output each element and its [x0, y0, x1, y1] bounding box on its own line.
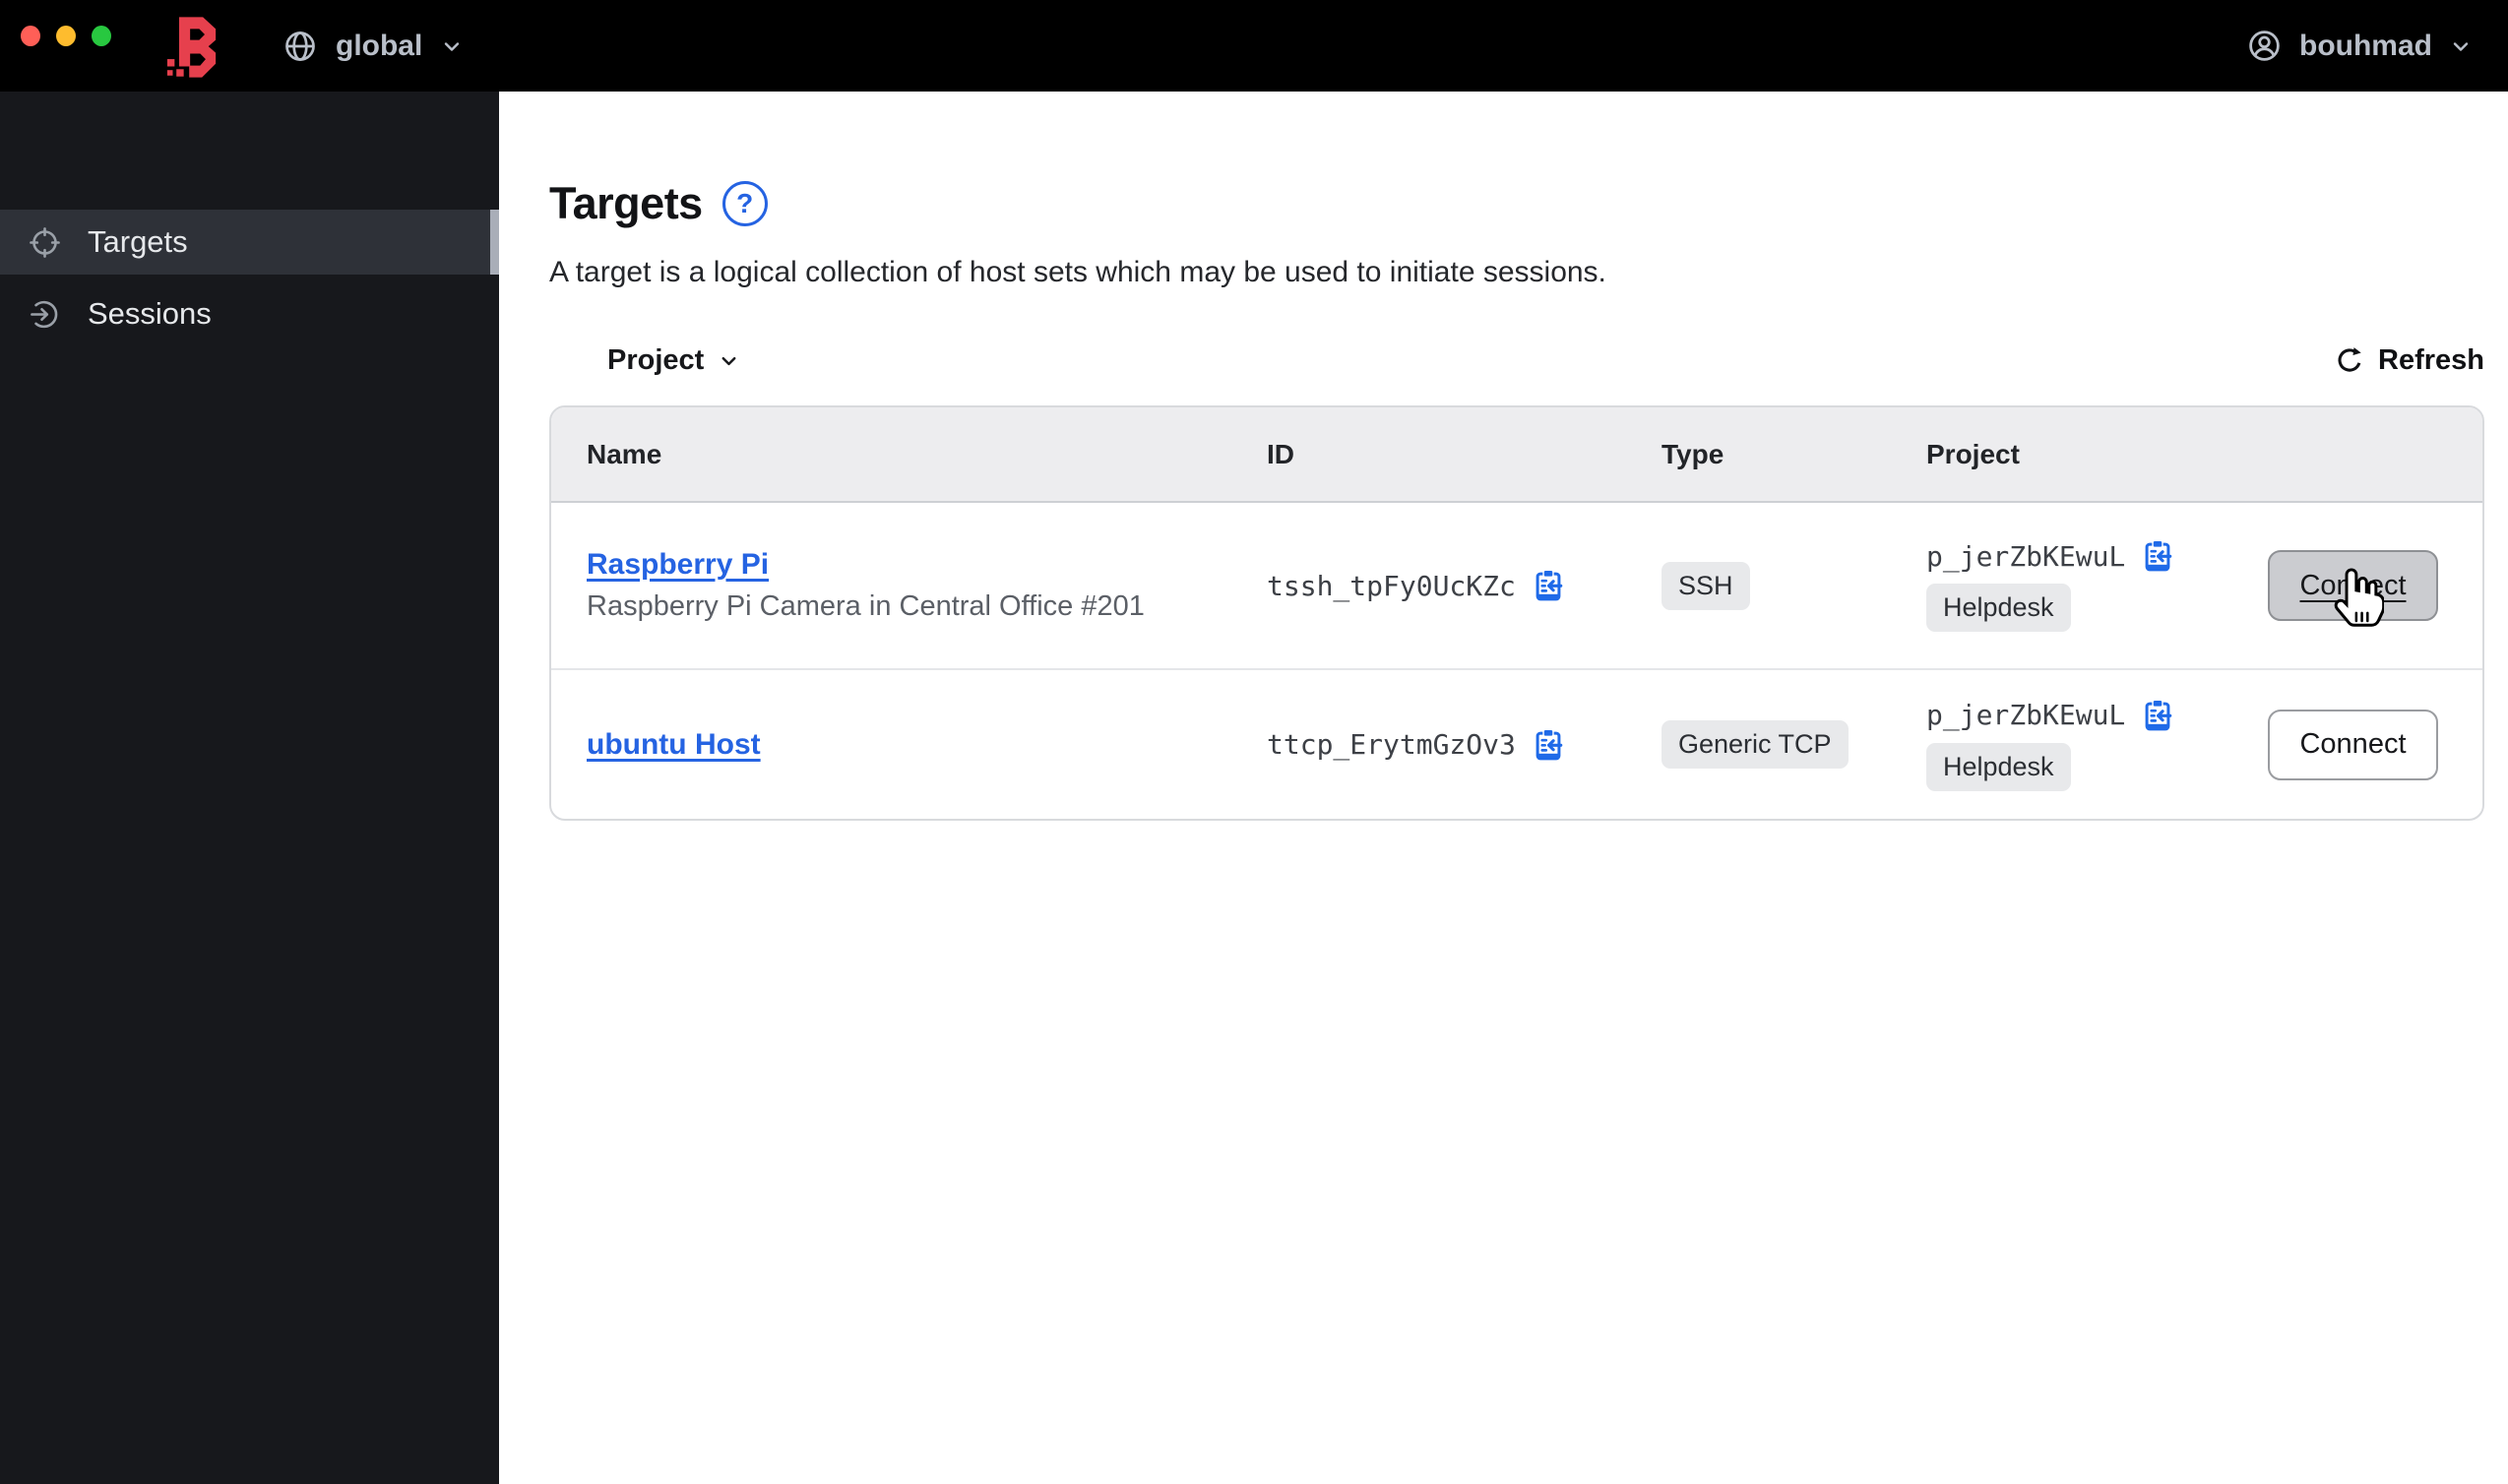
project-filter-label: Project	[607, 344, 705, 376]
login-icon	[29, 298, 61, 331]
target-description: Raspberry Pi Camera in Central Office #2…	[587, 590, 1145, 622]
copy-clipboard-icon	[2145, 540, 2172, 572]
target-name-link[interactable]: Raspberry Pi	[587, 548, 769, 582]
column-header-type: Type	[1662, 438, 1724, 469]
window-minimize-button[interactable]	[56, 26, 76, 46]
refresh-icon	[2334, 345, 2365, 377]
target-id: ttcp_ErytmGzOv3	[1267, 728, 1516, 761]
project-id: p_jerZbKEwuL	[1926, 699, 2126, 731]
project-name-badge: Helpdesk	[1926, 584, 2071, 632]
copy-clipboard-icon	[1536, 729, 1563, 760]
sidebar: Targets Sessions	[0, 92, 499, 1484]
target-type-badge: Generic TCP	[1662, 720, 1849, 769]
table-header-row: Name ID Type Project	[551, 407, 2482, 503]
chevron-down-icon	[718, 349, 740, 372]
table-row: Raspberry Pi Raspberry Pi Camera in Cent…	[551, 503, 2482, 670]
target-icon	[29, 226, 61, 259]
help-icon[interactable]: ?	[721, 181, 768, 226]
project-id: p_jerZbKEwuL	[1926, 539, 2126, 573]
target-id: tssh_tpFy0UcKZc	[1267, 569, 1516, 602]
copy-id-button[interactable]	[1532, 569, 1565, 602]
chevron-down-icon	[2449, 34, 2473, 58]
boundary-logo	[166, 16, 218, 79]
column-header-name: Name	[587, 438, 662, 469]
sidebar-item-targets[interactable]: Targets	[0, 210, 499, 275]
connect-button-label: Connect	[2299, 728, 2407, 760]
copy-clipboard-icon	[2145, 700, 2172, 730]
topbar: global bouhmad	[0, 0, 2508, 92]
table-row: ubuntu Host ttcp_ErytmGzOv3 Generic TCP …	[551, 670, 2482, 819]
copy-project-id-button[interactable]	[2141, 699, 2174, 732]
connect-button[interactable]: Connect	[2268, 550, 2438, 627]
window-zoom-button[interactable]	[92, 26, 111, 46]
window-controls	[0, 26, 111, 46]
boundary-desktop-window: global bouhmad Targets Sessions Targets …	[0, 0, 2508, 1484]
main-content: Targets ? A target is a logical collecti…	[499, 92, 2508, 1484]
column-header-id: ID	[1267, 438, 1294, 469]
sidebar-item-label: Sessions	[88, 296, 212, 331]
sidebar-item-label: Targets	[88, 224, 188, 259]
scope-label: global	[336, 29, 423, 62]
chevron-down-icon	[440, 34, 464, 58]
copy-project-id-button[interactable]	[2141, 539, 2174, 573]
page-title: Targets	[549, 178, 703, 228]
window-close-button[interactable]	[21, 26, 40, 46]
sidebar-item-sessions[interactable]: Sessions	[0, 281, 499, 346]
user-menu-dropdown[interactable]: bouhmad	[2246, 28, 2473, 64]
copy-id-button[interactable]	[1532, 728, 1565, 762]
project-filter-dropdown[interactable]: Project	[607, 344, 740, 377]
user-label: bouhmad	[2299, 29, 2432, 62]
refresh-label: Refresh	[2378, 344, 2484, 376]
page-description: A target is a logical collection of host…	[549, 256, 1606, 288]
target-name-link[interactable]: ubuntu Host	[587, 728, 761, 762]
connect-button-label: Connect	[2299, 569, 2407, 601]
connect-button[interactable]: Connect	[2268, 709, 2438, 780]
targets-table: Name ID Type Project Raspberry Pi Raspbe…	[549, 405, 2484, 821]
scope-dropdown[interactable]: global	[282, 29, 464, 64]
globe-icon	[282, 29, 318, 64]
target-type-badge: SSH	[1662, 561, 1750, 610]
refresh-button[interactable]: Refresh	[2334, 344, 2484, 377]
toolbar: Project Refresh	[549, 344, 2484, 377]
user-icon	[2246, 28, 2283, 64]
copy-clipboard-icon	[1536, 570, 1563, 601]
column-header-project: Project	[1926, 438, 2020, 469]
project-name-badge: Helpdesk	[1926, 742, 2071, 791]
